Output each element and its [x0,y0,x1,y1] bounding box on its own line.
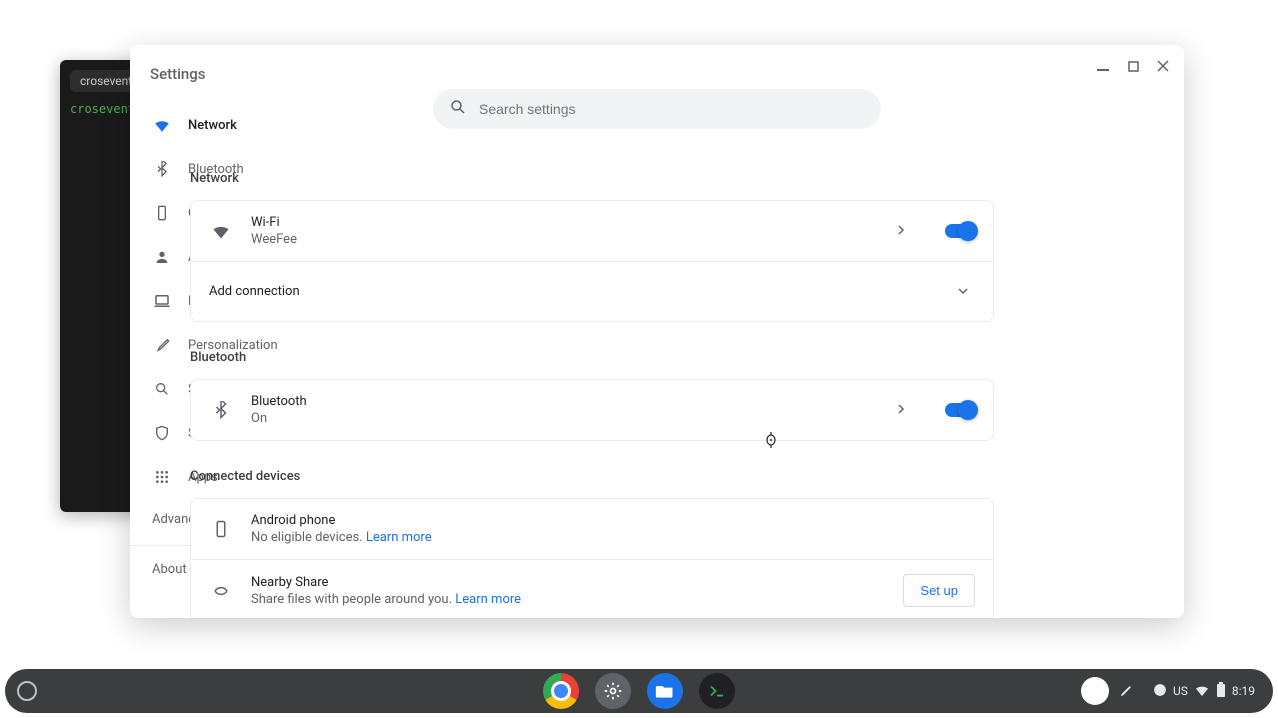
terminal-app-icon[interactable] [699,673,735,709]
wifi-icon [152,116,172,134]
chevron-right-icon [897,403,905,418]
add-connection-label: Add connection [209,284,957,299]
apps-icon [152,469,172,485]
ime-label: US [1173,684,1188,698]
bluetooth-row[interactable]: Bluetooth On [191,380,993,440]
wifi-row[interactable]: Wi-Fi WeeFee [191,201,993,261]
shelf-apps [543,673,735,709]
android-phone-row[interactable]: Android phone No eligible devices. Learn… [191,499,993,559]
files-app-icon[interactable] [647,673,683,709]
phone-icon [152,205,172,221]
android-learn-more-link[interactable]: Learn more [366,530,432,545]
maximize-button[interactable] [1118,51,1148,81]
terminal-prompt: crosevent [70,102,135,116]
chevron-down-icon [957,284,969,299]
clock: 8:19 [1232,684,1255,698]
ime-icon [1153,683,1167,700]
bluetooth-status: On [251,411,897,426]
add-connection-row[interactable]: Add connection [191,261,993,321]
chevron-right-icon [897,224,905,239]
person-icon [152,249,172,265]
nearby-sub: Share files with people around you. [251,592,455,607]
stylus-icon[interactable] [1119,682,1135,701]
nearby-setup-button[interactable]: Set up [903,574,975,607]
shelf: US 8:19 [5,669,1273,713]
wifi-ssid: WeeFee [251,232,897,247]
network-card: Wi-Fi WeeFee Add connection [190,200,994,322]
window-controls [1088,51,1178,81]
phone-icon [209,520,233,538]
search-bar[interactable] [433,89,881,129]
settings-content: Network Wi-Fi WeeFee Add connection Blue… [190,155,994,618]
chrome-app-icon[interactable] [543,673,579,709]
wifi-toggle[interactable] [945,224,975,238]
battery-status-icon [1216,682,1226,701]
search-input[interactable] [479,101,865,117]
settings-window: Settings Network Bluetooth Connected dev… [130,45,1184,618]
nearby-title: Nearby Share [251,575,903,590]
avatar[interactable] [1081,677,1109,705]
section-title-connected: Connected devices [190,469,994,484]
section-title-network: Network [190,171,994,186]
bluetooth-icon [209,401,233,419]
search-icon [449,98,467,120]
launcher-button[interactable] [17,681,37,701]
sidebar-item-network[interactable]: Network [130,103,358,147]
status-tray[interactable]: US 8:19 [1081,677,1263,705]
page-title: Settings [150,65,206,83]
search-icon [152,381,172,397]
section-title-bluetooth: Bluetooth [190,350,994,365]
android-title: Android phone [251,513,975,528]
laptop-icon [152,292,172,310]
connected-devices-card: Android phone No eligible devices. Learn… [190,498,994,618]
nearby-share-icon [209,582,233,600]
wifi-icon [209,221,233,241]
bluetooth-icon [152,161,172,177]
bluetooth-title: Bluetooth [251,394,897,409]
minimize-button[interactable] [1088,51,1118,81]
android-sub: No eligible devices. [251,530,366,545]
settings-app-icon[interactable] [595,673,631,709]
wifi-status-icon [1194,682,1210,701]
bluetooth-card: Bluetooth On [190,379,994,441]
nearby-learn-more-link[interactable]: Learn more [455,592,521,607]
wifi-title: Wi-Fi [251,215,897,230]
shield-icon [152,425,172,441]
brush-icon [152,337,172,353]
bluetooth-toggle[interactable] [945,403,975,417]
sidebar-item-label: Network [188,118,237,133]
nearby-share-row: Nearby Share Share files with people aro… [191,559,993,618]
close-button[interactable] [1148,51,1178,81]
